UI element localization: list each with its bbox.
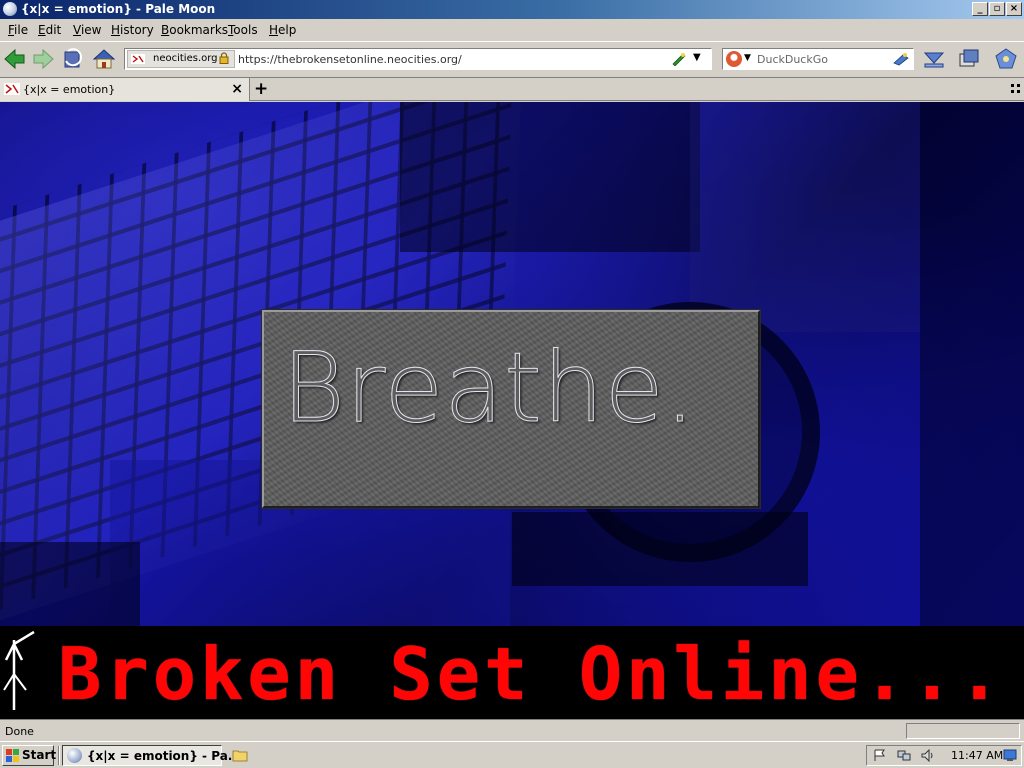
reload-icon[interactable] xyxy=(61,47,85,71)
forward-arrow-icon[interactable] xyxy=(31,47,55,71)
search-go-icon[interactable] xyxy=(893,52,909,66)
taskbar-window-button[interactable]: {x|x = emotion} - Pa... xyxy=(62,745,241,766)
menu-bar: File Edit View History Bookmarks Tools H… xyxy=(0,19,1024,41)
menu-bookmarks[interactable]: Bookmarks xyxy=(161,23,228,37)
url-text: https://thebrokensetonline.neocities.org… xyxy=(238,53,462,66)
status-text: Done xyxy=(5,725,34,738)
tab-strip: {x|x = emotion} × + xyxy=(0,77,1024,101)
action-center-flag-icon[interactable] xyxy=(873,749,887,762)
tab-active[interactable]: {x|x = emotion} × xyxy=(0,78,250,101)
broken-set-logo-icon xyxy=(3,630,35,710)
menu-history[interactable]: History xyxy=(111,23,154,37)
site-identity-label: neocities.org xyxy=(153,53,218,64)
breathe-card: Breathe. xyxy=(262,310,760,508)
duckduckgo-icon[interactable] xyxy=(726,51,742,67)
clock[interactable]: 11:47 AM xyxy=(951,749,1003,762)
minimize-button[interactable]: _ xyxy=(972,2,988,16)
site-favicon-icon xyxy=(131,54,145,64)
title-bar: {x|x = emotion} - Pale Moon _ ▫ × xyxy=(0,0,1024,19)
menu-view[interactable]: View xyxy=(73,23,101,37)
tab-title: {x|x = emotion} xyxy=(23,83,116,96)
back-arrow-icon[interactable] xyxy=(3,47,27,71)
taskbar: Start {x|x = emotion} - Pa... 11:47 AM xyxy=(0,741,1024,768)
new-tab-icon[interactable]: + xyxy=(254,79,268,99)
show-desktop-icon[interactable] xyxy=(1003,749,1017,762)
pale-moon-icon xyxy=(3,2,17,16)
banner-title: Broken Set Online... xyxy=(58,632,1005,716)
volume-icon[interactable] xyxy=(921,749,935,762)
close-window-button[interactable]: × xyxy=(1006,2,1022,16)
bookmark-star-icon[interactable] xyxy=(671,52,687,66)
restore-button[interactable]: ▫ xyxy=(989,2,1005,16)
menu-help[interactable]: Help xyxy=(269,23,296,37)
engine-dropdown-icon[interactable]: ▼ xyxy=(744,53,751,63)
start-label: Start xyxy=(22,748,57,762)
url-dropdown-icon[interactable]: ▼ xyxy=(693,52,709,66)
home-icon[interactable] xyxy=(92,47,116,71)
folder-icon[interactable] xyxy=(232,748,248,762)
menu-file[interactable]: File xyxy=(8,23,28,37)
search-bar[interactable]: ▼ DuckDuckGo xyxy=(722,48,914,70)
lock-icon xyxy=(219,52,229,64)
breathe-heading: Breathe. xyxy=(281,332,697,445)
hero-background-image: Breathe. xyxy=(0,102,1024,626)
tab-list-icon[interactable] xyxy=(1011,84,1020,93)
pale-moon-taskbar-icon xyxy=(67,748,82,763)
windows-flag-icon xyxy=(6,749,19,762)
system-tray: 11:47 AM xyxy=(866,745,1022,766)
page-content: Breathe. Broken Set Online... xyxy=(0,102,1024,719)
windows-icon[interactable] xyxy=(957,47,981,71)
network-icon[interactable] xyxy=(897,749,911,762)
address-bar[interactable]: neocities.org https://thebrokensetonline… xyxy=(124,48,712,70)
menu-tools[interactable]: Tools xyxy=(228,23,258,37)
start-button[interactable]: Start xyxy=(2,745,57,766)
search-placeholder: DuckDuckGo xyxy=(757,53,828,66)
status-panel xyxy=(906,723,1020,739)
tab-close-icon[interactable]: × xyxy=(231,81,243,97)
site-banner: Broken Set Online... xyxy=(0,626,1024,719)
addons-icon[interactable] xyxy=(994,47,1018,71)
window-title: {x|x = emotion} - Pale Moon xyxy=(21,2,216,16)
menu-edit[interactable]: Edit xyxy=(38,23,61,37)
tab-favicon-icon xyxy=(4,83,20,95)
taskbar-window-label: {x|x = emotion} - Pa... xyxy=(87,749,242,763)
taskbar-divider xyxy=(58,746,60,765)
navigation-toolbar: neocities.org https://thebrokensetonline… xyxy=(0,41,1024,77)
status-bar: Done xyxy=(0,719,1024,741)
downloads-icon[interactable] xyxy=(922,47,946,71)
